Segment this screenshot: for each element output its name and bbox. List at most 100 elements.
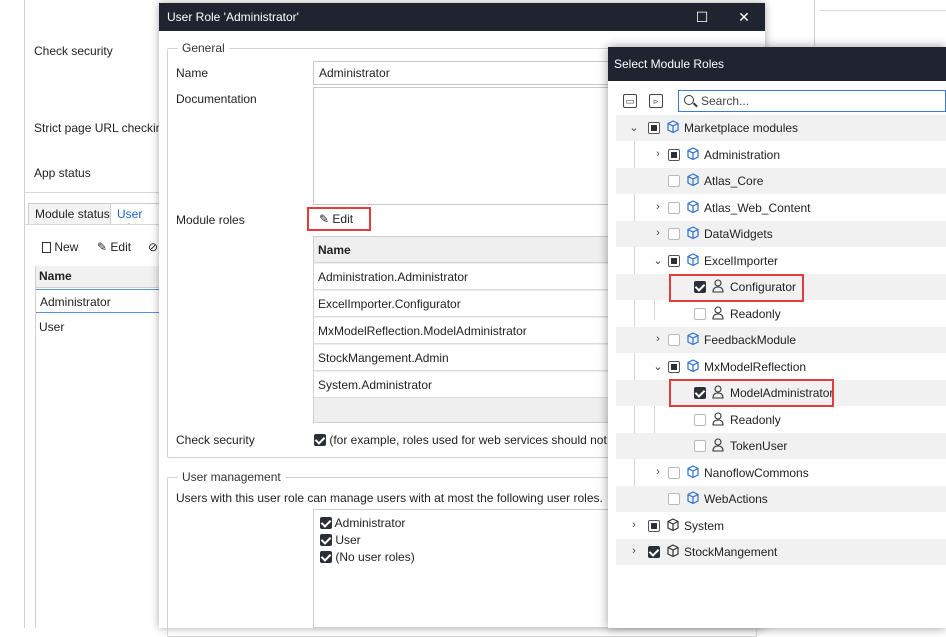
table-row[interactable]: StockMangement.Admin [314,345,612,371]
checkbox[interactable] [668,175,680,187]
checkbox[interactable] [694,308,706,320]
checkbox[interactable] [320,534,332,546]
check-security-checkbox[interactable] [314,434,326,446]
tab-module-status[interactable]: Module status [28,203,117,225]
edit-button-label: Edit [332,212,354,226]
checkbox[interactable] [648,122,660,134]
module-icon [687,491,699,505]
chevron-down-icon[interactable]: ⌄ [628,121,640,134]
chevron-right-icon[interactable]: › [652,227,664,239]
name-label: Name [176,66,209,80]
tree-item-webactions[interactable]: WebActions [616,486,946,512]
checkbox[interactable] [648,520,660,532]
list-item[interactable]: Administrator [320,516,405,530]
tree-item-tokenuser[interactable]: TokenUser [616,433,946,459]
tree-item-stockmangement[interactable]: › StockMangement [616,539,946,565]
edit-role-button[interactable]: ✎ Edit [97,240,131,254]
list-item[interactable]: User [320,533,361,547]
select-module-roles-dialog: Select Module Roles ▭ ▹ Search... ⌄ Mark… [608,47,946,628]
checkbox[interactable] [648,546,660,558]
checkbox[interactable] [668,361,680,373]
tree-item-readonly[interactable]: Readonly [616,301,946,327]
tree-label: FeedbackModule [704,333,797,347]
table-row[interactable]: Administration.Administrator [314,264,612,290]
general-group-title: General [178,41,229,55]
list-item[interactable]: (No user roles) [320,550,415,564]
check-security-option[interactable]: (for example, roles used for web service… [314,433,624,447]
checkbox[interactable] [668,149,680,161]
chevron-down-icon[interactable]: ⌄ [652,360,664,373]
tree-item-mxmodelreflection[interactable]: ⌄ MxModelReflection [616,354,946,380]
module-icon [687,200,699,214]
documentation-textarea[interactable] [313,87,613,205]
tree-item-nanoflowcommons[interactable]: › NanoflowCommons [616,460,946,486]
tree-label: Readonly [730,307,781,321]
app-status-label: App status [34,166,91,180]
table-row[interactable]: MxModelReflection.ModelAdministrator [314,318,612,344]
checkbox[interactable] [668,467,680,479]
chevron-right-icon[interactable]: › [652,333,664,345]
tree-item-system[interactable]: › System [616,513,946,539]
expand-all-icon[interactable]: ▹ [649,94,663,108]
maximize-icon[interactable]: ☐ [691,7,713,27]
checkbox[interactable] [668,493,680,505]
chevron-right-icon[interactable]: › [628,545,640,557]
checkbox[interactable] [668,255,680,267]
chevron-right-icon[interactable]: › [628,519,640,531]
tree-item-datawidgets[interactable]: › DataWidgets [616,221,946,247]
tree-label: Atlas_Web_Content [704,201,811,215]
close-icon[interactable]: ✕ [733,7,755,27]
checkbox[interactable] [668,202,680,214]
table-row[interactable]: Administrator [35,289,160,313]
left-border [24,0,25,628]
search-input[interactable]: Search... [678,90,946,112]
edit-label: Edit [110,240,132,254]
edit-module-roles-button[interactable]: ✎ Edit [307,207,371,231]
documentation-label: Documentation [176,92,257,106]
tree-item-feedbackmodule[interactable]: › FeedbackModule [616,327,946,353]
tree-label: Marketplace modules [684,121,799,135]
tree-item-readonly[interactable]: Readonly [616,407,946,433]
checkbox[interactable] [320,551,332,563]
table-row[interactable]: ExcelImporter.Configurator [314,291,612,317]
module-roles-table: Name Administration.Administrator ExcelI… [313,236,613,423]
strict-url-label: Strict page URL checking [34,121,169,135]
chevron-right-icon[interactable]: › [652,148,664,160]
checkbox[interactable] [694,414,706,426]
tab-user-roles[interactable]: User role [110,203,160,225]
tree-item-excelimporter[interactable]: ⌄ ExcelImporter [616,248,946,274]
tree-item-marketplace-modules[interactable]: ⌄ Marketplace modules [616,115,946,141]
delete-icon[interactable]: ⊘ [148,240,158,254]
module-icon [687,147,699,161]
chevron-right-icon[interactable]: › [652,201,664,213]
table-row[interactable]: System.Administrator [314,372,612,398]
tree-label: Atlas_Core [704,174,764,188]
tree-item-atlas-core[interactable]: Atlas_Core [616,168,946,194]
check-security-label: Check security [34,44,113,58]
top-right-line [820,10,946,11]
pencil-icon: ✎ [97,240,108,254]
chevron-right-icon[interactable]: › [652,466,664,478]
module-icon [687,173,699,187]
modeladministrator-highlight [669,379,834,407]
checkbox[interactable] [668,228,680,240]
checkbox[interactable] [668,334,680,346]
checkbox[interactable] [694,440,706,452]
table-row[interactable]: User [35,315,160,339]
module-icon [667,518,679,532]
new-button[interactable]: New [42,240,78,254]
name-input[interactable]: Administrator [313,61,613,85]
checkbox[interactable] [320,517,332,529]
pencil-icon: ✎ [319,212,330,226]
tree-item-atlas-web-content[interactable]: › Atlas_Web_Content [616,195,946,221]
tree-label: WebActions [704,492,768,506]
collapse-all-icon[interactable]: ▭ [623,94,637,108]
search-icon [684,95,694,105]
tree-item-administration[interactable]: › Administration [616,142,946,168]
settings-divider [24,192,160,193]
chevron-down-icon[interactable]: ⌄ [652,254,664,267]
new-file-icon [42,242,51,253]
module-icon [667,544,679,558]
tree-label: DataWidgets [704,227,773,241]
tree-label: System [684,519,725,533]
